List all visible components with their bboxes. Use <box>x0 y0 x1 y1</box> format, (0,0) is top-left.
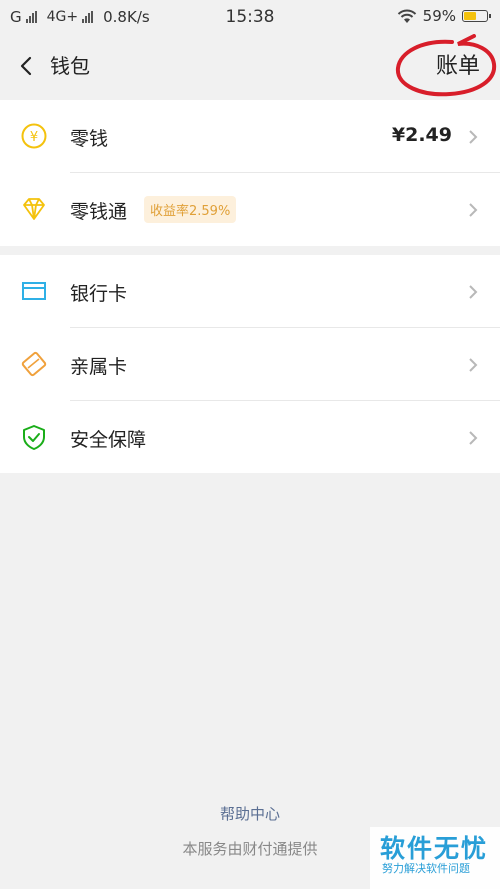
battery-fill <box>464 12 477 20</box>
chevron-right-icon <box>469 431 478 445</box>
wifi-icon <box>397 9 416 23</box>
status-bar: G 4G+ 0.8K/s 15:38 59% <box>0 0 500 32</box>
list-item-security[interactable]: 安全保障 <box>0 401 500 474</box>
list-item-lingqiantong[interactable]: 零钱通 收益率2.59% <box>0 173 500 246</box>
chevron-right-icon <box>469 358 478 372</box>
diamond-icon <box>23 198 45 220</box>
battery-icon <box>462 10 491 22</box>
status-right: 59% <box>397 7 491 25</box>
coin-icon: ¥ <box>21 123 47 149</box>
wallet-group-cards: 银行卡 亲属卡 安全保障 <box>0 255 500 473</box>
shield-icon <box>23 425 45 450</box>
card-icon <box>22 282 46 300</box>
battery-percent: 59% <box>422 7 456 25</box>
nav-bar: 钱包 账单 <box>0 32 500 100</box>
list-item-family-card[interactable]: 亲属卡 <box>0 328 500 401</box>
chevron-right-icon <box>469 130 478 144</box>
back-icon[interactable] <box>14 52 42 80</box>
family-card-icon <box>21 351 47 377</box>
watermark-logo: 软件无忧 努力解决软件问题 <box>370 827 500 889</box>
balance-amount: ¥2.49 <box>391 124 452 146</box>
list-item-bank-card[interactable]: 银行卡 <box>0 255 500 328</box>
wallet-group-balance: ¥ 零钱 ¥2.49 零钱通 收益率2.59% <box>0 100 500 246</box>
watermark-subtitle: 努力解决软件问题 <box>382 862 470 875</box>
item-label: 零钱通 <box>70 201 128 223</box>
item-label: 零钱 <box>70 128 109 150</box>
yield-badge: 收益率2.59% <box>144 196 237 223</box>
chevron-right-icon <box>469 203 478 217</box>
bill-button[interactable]: 账单 <box>436 48 480 80</box>
item-label: 安全保障 <box>70 429 147 451</box>
page-title: 钱包 <box>50 54 90 78</box>
item-label: 亲属卡 <box>70 356 128 378</box>
item-label: 银行卡 <box>70 283 128 305</box>
svg-text:¥: ¥ <box>30 130 38 145</box>
chevron-right-icon <box>469 285 478 299</box>
list-item-change[interactable]: ¥ 零钱 ¥2.49 <box>0 100 500 173</box>
help-center-link[interactable]: 帮助中心 <box>0 803 500 824</box>
